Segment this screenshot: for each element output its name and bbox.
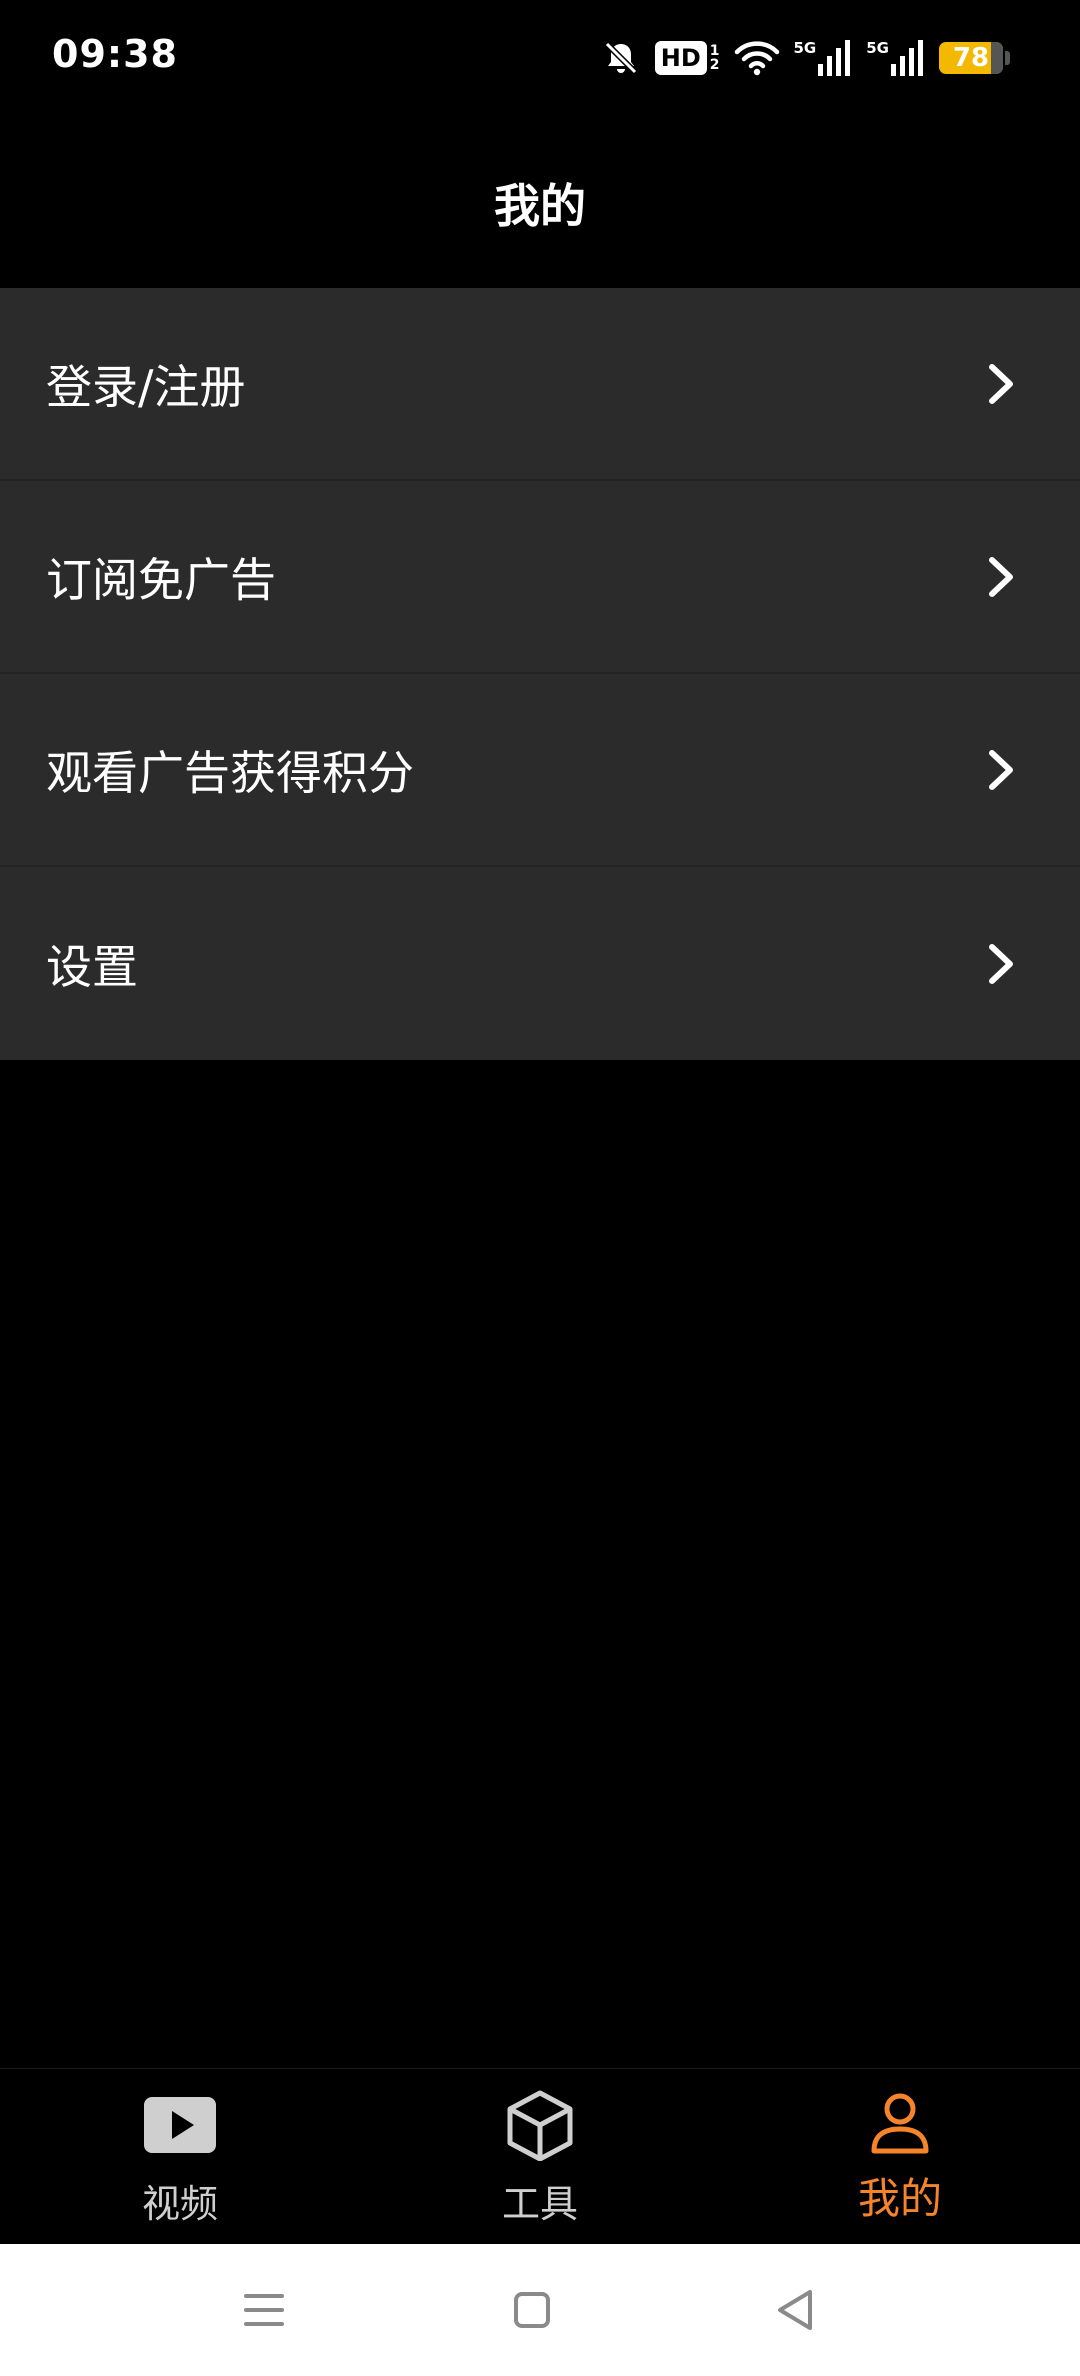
hd-label: HD [654, 41, 707, 75]
battery-level: 78 [952, 43, 990, 73]
menu-item-login[interactable]: 登录/注册 [0, 288, 1080, 481]
signal-icon: 5G [866, 40, 925, 76]
menu-item-watch-ads[interactable]: 观看广告获得积分 [0, 674, 1080, 867]
signal-5g-label: 5G [793, 39, 817, 57]
menu-item-label: 登录/注册 [46, 359, 246, 414]
system-nav-bar [0, 2244, 1080, 2376]
tab-label: 我的 [857, 2174, 942, 2223]
hd-sub-2: 2 [709, 57, 720, 73]
tab-label: 视频 [141, 2182, 218, 2226]
user-icon [871, 2093, 929, 2154]
play-icon [144, 2097, 216, 2153]
status-bar: 09:38 HD 1 2 5G 5G 78 [0, 0, 1080, 120]
chevron-right-icon [989, 749, 1013, 790]
home-icon[interactable] [506, 2284, 558, 2336]
tab-tools[interactable]: 工具 [360, 2069, 720, 2245]
status-time: 09:38 [52, 32, 178, 76]
tab-video[interactable]: 视频 [0, 2069, 360, 2245]
signal-5g-label: 5G [866, 39, 889, 57]
chevron-right-icon [989, 943, 1013, 984]
back-icon[interactable] [770, 2284, 822, 2336]
tab-mine[interactable]: 我的 [720, 2069, 1080, 2245]
signal-icon: 5G [794, 40, 853, 76]
menu-item-label: 观看广告获得积分 [46, 745, 414, 800]
cube-icon [507, 2090, 573, 2161]
tab-label: 工具 [501, 2182, 578, 2226]
menu-item-label: 设置 [46, 939, 138, 994]
wifi-icon [734, 38, 780, 78]
chevron-right-icon [989, 363, 1013, 404]
menu-item-label: 订阅免广告 [46, 552, 276, 607]
hd-sub-1: 1 [709, 43, 720, 59]
status-icons: HD 1 2 5G 5G 78 [601, 34, 1010, 82]
menu-item-subscribe[interactable]: 订阅免广告 [0, 481, 1080, 674]
chevron-right-icon [989, 556, 1013, 597]
battery-icon: 78 [939, 42, 1010, 74]
page-title: 我的 [494, 179, 586, 233]
bell-off-icon [601, 38, 641, 78]
menu-list: 登录/注册 订阅免广告 观看广告获得积分 设置 [0, 288, 1080, 1060]
menu-item-settings[interactable]: 设置 [0, 867, 1080, 1060]
tab-bar: 视频 工具 我的 [0, 2068, 1080, 2245]
hd-icon: HD 1 2 [654, 41, 720, 75]
menu-icon[interactable] [238, 2284, 290, 2336]
